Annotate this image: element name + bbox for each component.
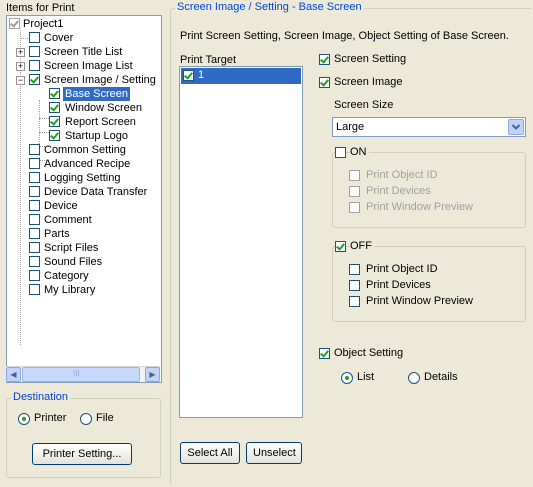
print-target-list[interactable]: 1 [179,66,303,418]
destination-group [6,398,161,478]
list-radio[interactable] [341,372,353,384]
checkbox[interactable] [29,228,40,239]
tree-item-label: Device Data Transfer [44,186,148,198]
screen-size-label: Screen Size [334,99,394,111]
scroll-right-arrow-icon[interactable]: ▶ [145,367,160,382]
unselect-button[interactable]: Unselect [246,442,302,464]
printer-setting-button[interactable]: Printer Setting... [32,443,132,465]
on-print-window-preview-label: Print Window Preview [366,201,473,213]
on-print-window-preview-checkbox[interactable] [349,202,360,213]
checkbox[interactable] [29,74,40,85]
tree-item-label: Common Setting [44,144,126,156]
checkbox[interactable] [29,172,40,183]
expand-plus-icon[interactable]: + [16,48,25,57]
tree-item-label: Comment [44,214,92,226]
checkbox[interactable] [29,200,40,211]
description-text: Print Screen Setting, Screen Image, Obje… [180,30,509,42]
screen-image-label: Screen Image [334,76,403,88]
checkbox[interactable] [29,60,40,71]
on-label: ON [350,146,369,158]
off-print-devices-label: Print Devices [366,279,431,291]
right-panel-title: Screen Image / Setting - Base Screen [175,1,364,13]
screen-size-value: Large [336,121,365,133]
items-tree[interactable]: Project1 Cover + Screen Title List + Scr… [6,15,162,383]
tree-line [39,132,49,133]
printer-radio[interactable] [18,413,30,425]
screen-image-checkbox[interactable] [319,77,330,88]
tree-item-label: Base Screen [63,87,130,101]
checkbox[interactable] [29,186,40,197]
chevron-down-icon[interactable] [508,119,524,135]
tree-item-label: Device [44,200,78,212]
expand-plus-icon[interactable]: + [16,62,25,71]
tree-item-label: Screen Title List [44,46,123,58]
tree-item-label: Window Screen [65,102,143,114]
on-print-object-id-label: Print Object ID [366,169,438,181]
list-radio-label: List [357,371,375,383]
on-checkbox[interactable] [335,147,346,158]
collapse-minus-icon[interactable]: − [16,76,25,85]
off-checkbox[interactable] [335,241,346,252]
printer-radio-label: Printer [34,412,67,424]
list-item[interactable]: 1 [181,68,301,84]
checkbox[interactable] [29,158,40,169]
on-print-devices-checkbox[interactable] [349,186,360,197]
off-label: OFF [350,240,374,252]
details-radio[interactable] [408,372,420,384]
details-radio-label: Details [424,371,458,383]
checkbox[interactable] [183,70,194,81]
checkbox[interactable] [49,116,60,127]
tree-horizontal-scrollbar[interactable]: ◀ III ▶ [6,366,160,382]
tree-item-label: Parts [44,228,70,240]
tree-item-label: Advanced Recipe [44,158,131,170]
tree-item-label: Cover [44,32,74,44]
print-target-label: Print Target [180,54,237,66]
tree-item-label: Project1 [23,18,64,30]
on-print-object-id-checkbox[interactable] [349,170,360,181]
off-print-window-preview-label: Print Window Preview [366,295,473,307]
list-item-label: 1 [198,69,205,81]
checkbox[interactable] [49,102,60,113]
destination-title: Destination [11,391,71,403]
tree-item-label: Startup Logo [65,130,128,142]
tree-item-label: Report Screen [65,116,136,128]
checkbox[interactable] [29,144,40,155]
checkbox[interactable] [9,18,20,29]
screen-setting-label: Screen Setting [334,53,407,65]
checkbox[interactable] [29,214,40,225]
scroll-thumb[interactable]: III [22,367,140,382]
tree-item-label: Logging Setting [44,172,121,184]
off-print-object-id-checkbox[interactable] [349,264,360,275]
object-setting-checkbox[interactable] [319,348,330,359]
scroll-left-arrow-icon[interactable]: ◀ [6,367,21,382]
grip-icon: III [73,369,80,378]
checkbox[interactable] [29,256,40,267]
off-print-devices-checkbox[interactable] [349,280,360,291]
checkbox[interactable] [29,32,40,43]
tree-item-label: Sound Files [44,256,103,268]
tree-item-label: Script Files [44,242,99,254]
checkbox[interactable] [29,242,40,253]
tree-item-label: Category [44,270,89,282]
off-print-window-preview-checkbox[interactable] [349,296,360,307]
tree-item-label: My Library [44,284,96,296]
screen-setting-checkbox[interactable] [319,54,330,65]
file-radio[interactable] [80,413,92,425]
off-print-object-id-label: Print Object ID [366,263,438,275]
checkbox[interactable] [49,88,60,99]
on-print-devices-label: Print Devices [366,185,431,197]
tree-line [39,118,49,119]
select-all-button[interactable]: Select All [180,442,240,464]
checkbox[interactable] [29,270,40,281]
checkbox[interactable] [49,130,60,141]
file-radio-label: File [96,412,114,424]
object-setting-label: Object Setting [334,347,404,359]
tree-item-label: Screen Image List [44,60,133,72]
screen-size-dropdown[interactable]: Large [332,117,526,137]
checkbox[interactable] [29,284,40,295]
tree-item-label: Screen Image / Setting [44,74,156,86]
items-for-print-label: Items for Print [6,2,75,14]
checkbox[interactable] [29,46,40,57]
